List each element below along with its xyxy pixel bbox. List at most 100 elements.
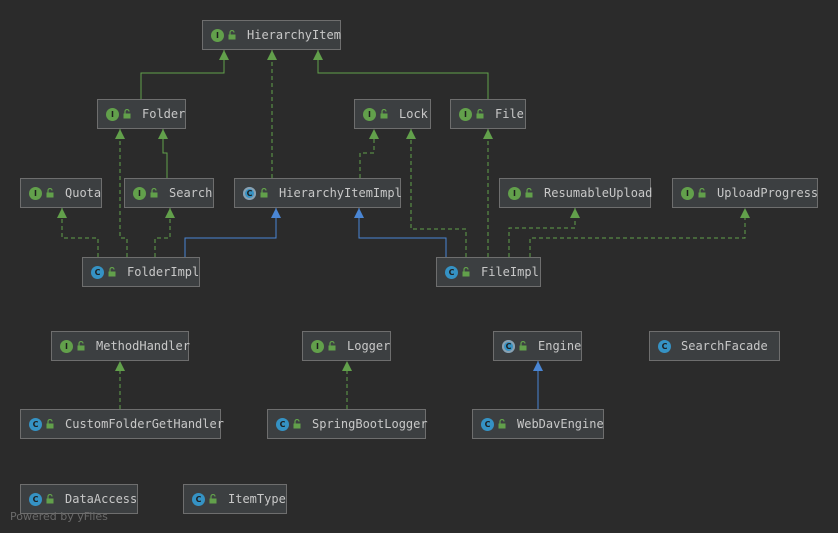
- node-upload-progress[interactable]: I UploadProgress: [672, 178, 818, 208]
- node-label: File: [495, 107, 524, 121]
- lock-open-icon: [150, 188, 159, 198]
- lock-open-icon: [46, 494, 55, 504]
- interface-icon: I: [60, 339, 73, 353]
- lock-open-icon: [498, 419, 507, 429]
- node-engine[interactable]: C Engine: [493, 331, 582, 361]
- class-icon: C: [192, 492, 205, 506]
- node-label: Quota: [65, 186, 102, 200]
- node-search[interactable]: I Search: [124, 178, 214, 208]
- class-icon: C: [658, 339, 671, 353]
- arrowhead: [313, 50, 323, 60]
- lock-open-icon: [328, 341, 337, 351]
- interface-icon: I: [311, 339, 324, 353]
- node-hierarchy-item[interactable]: I HierarchyItem: [202, 20, 341, 50]
- node-label: WebDavEngine: [517, 417, 604, 431]
- edge-file_impl-to-file: [483, 129, 493, 257]
- arrowhead: [271, 208, 281, 218]
- node-label: ItemType: [228, 492, 286, 506]
- arrowhead: [57, 208, 67, 218]
- edge-file_impl-to-hierarchy_item_impl: [354, 208, 447, 257]
- edge-file-to-hierarchy_item: [313, 50, 489, 99]
- arrowhead: [115, 129, 125, 139]
- arrowhead: [267, 50, 277, 60]
- node-label: MethodHandler: [96, 339, 190, 353]
- node-quota[interactable]: I Quota: [20, 178, 102, 208]
- interface-icon: I: [29, 186, 42, 200]
- arrowhead: [354, 208, 364, 218]
- arrowhead: [740, 208, 750, 218]
- lock-open-icon: [293, 419, 302, 429]
- node-item-type[interactable]: C ItemType: [183, 484, 287, 514]
- lock-open-icon: [519, 341, 528, 351]
- arrowhead: [533, 361, 543, 371]
- node-label: HierarchyItemImpl: [279, 186, 402, 200]
- interface-icon: I: [106, 107, 119, 121]
- class-icon: C: [445, 265, 458, 279]
- lock-open-icon: [476, 109, 485, 119]
- lock-open-icon: [228, 30, 237, 40]
- edge-file_impl-to-resumable_upload: [508, 208, 580, 257]
- edge-folder-to-hierarchy_item: [140, 50, 229, 99]
- node-resumable-upload[interactable]: I ResumableUpload: [499, 178, 653, 208]
- class-icon: C: [29, 417, 42, 431]
- node-folder-impl[interactable]: C FolderImpl: [82, 257, 200, 287]
- node-lock[interactable]: I Lock: [354, 99, 431, 129]
- node-label: ResumableUpload: [544, 186, 653, 200]
- edge-search-to-folder: [158, 129, 168, 178]
- node-folder[interactable]: I Folder: [97, 99, 186, 129]
- lock-open-icon: [77, 341, 86, 351]
- interface-icon: I: [133, 186, 146, 200]
- node-label: Folder: [142, 107, 186, 121]
- arrowhead: [342, 361, 352, 371]
- edge-file_impl-to-upload_progress: [529, 208, 750, 257]
- lock-open-icon: [108, 267, 117, 277]
- node-custom-folder-get-handler[interactable]: C CustomFolderGetHandler: [20, 409, 224, 439]
- arrowhead: [165, 208, 175, 218]
- node-file-impl[interactable]: C FileImpl: [436, 257, 541, 287]
- powered-by-footer: Powered by yFiles: [10, 510, 108, 523]
- class-icon: C: [29, 492, 42, 506]
- interface-icon: I: [211, 28, 224, 42]
- node-search-facade[interactable]: C SearchFacade: [649, 331, 780, 361]
- lock-open-icon: [462, 267, 471, 277]
- node-label: Lock: [399, 107, 428, 121]
- class-icon: C: [481, 417, 494, 431]
- edge-spring_boot_logger-to-logger: [342, 361, 352, 409]
- interface-icon: I: [508, 186, 521, 200]
- node-label: UploadProgress: [717, 186, 819, 200]
- node-label: CustomFolderGetHandler: [65, 417, 224, 431]
- node-label: DataAccess: [65, 492, 138, 506]
- node-label: SpringBootLogger: [312, 417, 428, 431]
- arrowhead: [570, 208, 580, 218]
- node-label: SearchFacade: [681, 339, 768, 353]
- lock-open-icon: [46, 188, 55, 198]
- lock-open-icon: [525, 188, 534, 198]
- lock-open-icon: [123, 109, 132, 119]
- node-hierarchy-item-impl[interactable]: C HierarchyItemImpl: [234, 178, 402, 208]
- arrowhead: [219, 50, 229, 60]
- lock-open-icon: [209, 494, 218, 504]
- node-web-dav-engine[interactable]: C WebDavEngine: [472, 409, 604, 439]
- class-icon: C: [276, 417, 289, 431]
- node-method-handler[interactable]: I MethodHandler: [51, 331, 190, 361]
- node-label: HierarchyItem: [247, 28, 341, 42]
- edge-hierarchy_item_impl-to-lock: [359, 129, 379, 178]
- edge-hierarchy_item_impl-to-hierarchy_item: [267, 50, 277, 178]
- node-spring-boot-logger[interactable]: C SpringBootLogger: [267, 409, 428, 439]
- node-label: Search: [169, 186, 213, 200]
- edge-folder_impl-to-search: [154, 208, 175, 257]
- arrowhead: [158, 129, 168, 139]
- node-file[interactable]: I File: [450, 99, 526, 129]
- arrowhead: [115, 361, 125, 371]
- arrowhead: [483, 129, 493, 139]
- lock-open-icon: [380, 109, 389, 119]
- interface-icon: I: [363, 107, 376, 121]
- node-label: Logger: [347, 339, 391, 353]
- abstract-class-icon: C: [243, 186, 256, 200]
- node-label: FileImpl: [481, 265, 539, 279]
- abstract-class-icon: C: [502, 339, 515, 353]
- node-label: Engine: [538, 339, 582, 353]
- interface-icon: I: [459, 107, 472, 121]
- node-logger[interactable]: I Logger: [302, 331, 391, 361]
- edge-folder_impl-to-hierarchy_item_impl: [184, 208, 281, 257]
